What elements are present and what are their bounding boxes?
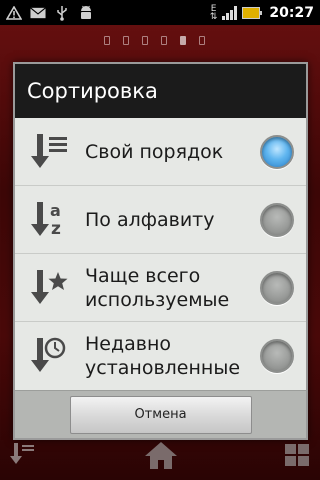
dialog-title: Сортировка bbox=[15, 64, 306, 118]
recently-installed-icon bbox=[31, 337, 66, 372]
svg-text:a: a bbox=[50, 201, 61, 220]
warning-icon bbox=[6, 5, 22, 21]
option-alphabetical[interactable]: a z По алфавиту bbox=[15, 186, 306, 254]
svg-text:z: z bbox=[51, 219, 61, 239]
sort-options-list: Свой порядок a z По алфавиту Чаще всего … bbox=[15, 118, 306, 390]
page-dot-active bbox=[180, 36, 186, 45]
home-icon[interactable] bbox=[144, 440, 178, 470]
page-dot bbox=[123, 36, 129, 45]
radio-button[interactable] bbox=[260, 270, 294, 305]
most-used-icon bbox=[31, 269, 68, 304]
signal-icon bbox=[222, 5, 238, 20]
option-recently-installed[interactable]: Недавно установленные bbox=[15, 322, 306, 390]
page-dot bbox=[199, 36, 205, 45]
sort-icon[interactable] bbox=[10, 442, 36, 466]
page-indicator bbox=[104, 36, 205, 45]
clock: 20:27 bbox=[269, 4, 314, 21]
dialog-footer: Отмена bbox=[15, 390, 306, 438]
sort-dialog: Сортировка Свой порядок a z По алфавиту bbox=[13, 62, 308, 440]
option-custom-order[interactable]: Свой порядок bbox=[15, 118, 306, 186]
data-e-icon: E ⇅ bbox=[209, 3, 218, 22]
cancel-button[interactable]: Отмена bbox=[69, 395, 252, 434]
option-label: Свой порядок bbox=[85, 140, 224, 163]
custom-order-icon bbox=[31, 133, 67, 168]
radio-button-checked[interactable] bbox=[260, 134, 294, 169]
page-dot bbox=[104, 36, 110, 45]
android-debug-icon bbox=[78, 5, 94, 21]
option-label: Недавно установленные bbox=[85, 333, 241, 379]
radio-button[interactable] bbox=[260, 202, 294, 237]
status-bar: E ⇅ 20:27 bbox=[0, 0, 320, 25]
option-most-used[interactable]: Чаще всего используемые bbox=[15, 254, 306, 322]
alphabetical-icon: a z bbox=[31, 201, 61, 239]
option-label: Чаще всего используемые bbox=[85, 264, 230, 311]
email-icon bbox=[30, 5, 46, 21]
usb-icon bbox=[54, 5, 70, 21]
battery-charging-icon bbox=[242, 6, 263, 19]
app-drawer-icon[interactable] bbox=[285, 444, 309, 466]
option-label: По алфавиту bbox=[85, 208, 215, 231]
page-dot bbox=[161, 36, 167, 45]
radio-button[interactable] bbox=[260, 339, 294, 373]
page-dot bbox=[142, 36, 148, 45]
